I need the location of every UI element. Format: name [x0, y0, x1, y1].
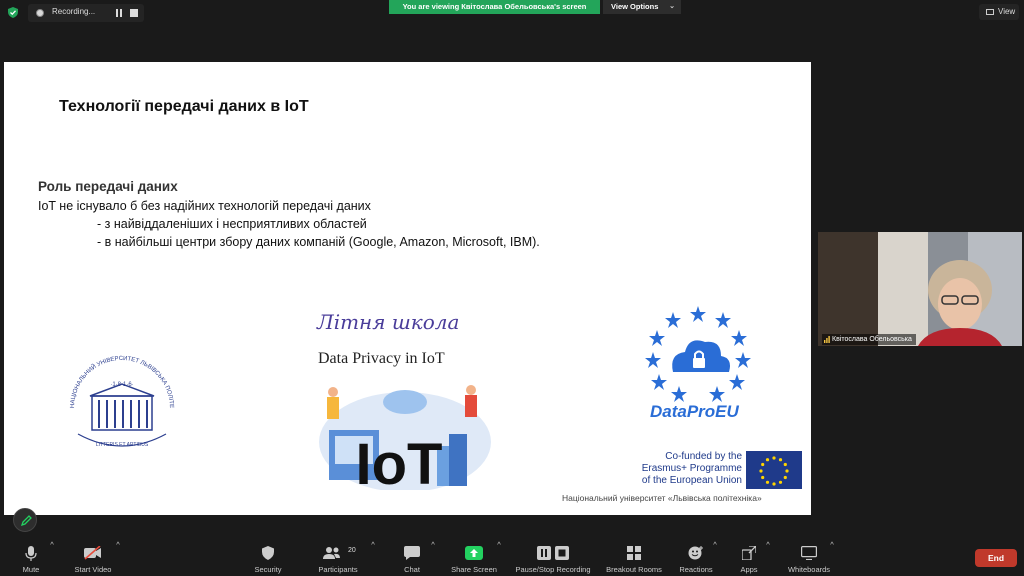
participant-name: Квітослава Обельовська	[832, 336, 912, 343]
video-off-icon	[84, 546, 101, 560]
summer-school-title: Літня школа	[317, 310, 460, 334]
eu-flag-icon	[746, 451, 802, 489]
pause-stop-recording-button[interactable]: Pause/Stop Recording	[510, 540, 596, 576]
grid-view-icon	[986, 9, 994, 15]
pause-recording-icon[interactable]	[114, 9, 124, 17]
iot-text: IoT	[356, 432, 443, 490]
pencil-icon	[20, 515, 32, 527]
chat-label: Chat	[404, 565, 420, 574]
participant-video-tile[interactable]: Квітослава Обельовська	[818, 232, 1022, 346]
reactions-button[interactable]: Reactions	[676, 540, 716, 576]
slide-bullet: - з найвіддаленіших і несприятливих обла…	[97, 217, 367, 231]
participants-count: 20	[348, 547, 356, 554]
participants-icon	[322, 547, 340, 559]
svg-text:НАЦІОНАЛЬНИЙ УНІВЕРСИТЕТ ЛЬВІВ: НАЦІОНАЛЬНИЙ УНІВЕРСИТЕТ ЛЬВІВСЬКА ПОЛІТ…	[52, 346, 174, 408]
apps-button[interactable]: Apps	[734, 540, 764, 576]
whiteboards-label: Whiteboards	[787, 565, 831, 574]
security-button[interactable]: Security	[248, 540, 288, 576]
security-shield-icon[interactable]	[8, 7, 18, 18]
share-screen-label: Share Screen	[451, 565, 497, 574]
cofunded-line: Erasmus+ Programme	[641, 463, 742, 474]
whiteboards-button[interactable]: Whiteboards	[784, 540, 834, 576]
slide-text-line: IoT не існувало б без надійних технологі…	[38, 199, 371, 213]
apps-icon	[742, 546, 756, 560]
recording-label: Recording...	[52, 7, 96, 16]
video-options-caret-icon[interactable]: ^	[114, 540, 122, 576]
chat-bubble-icon	[404, 546, 420, 560]
slide-bullet: - в найбільші центри збору даних компані…	[97, 235, 540, 249]
breakout-rooms-icon	[627, 546, 641, 560]
lp-logo-motto: LITTERIS ET ARTIBUS	[96, 442, 149, 448]
recording-dot-icon	[36, 9, 44, 17]
whiteboards-caret-icon[interactable]: ^	[828, 540, 836, 576]
dataproeu-text: DataProEU	[650, 402, 739, 421]
pause-stop-icon	[537, 546, 569, 560]
security-label: Security	[254, 565, 282, 574]
participants-button[interactable]: 20 Participants	[312, 540, 364, 576]
summer-school-subtitle: Data Privacy in IoT	[318, 350, 445, 367]
annotate-button[interactable]	[13, 508, 37, 532]
cofunded-line: Co-funded by the	[665, 451, 742, 462]
lp-logo-arc-text: НАЦІОНАЛЬНИЙ УНІВЕРСИТЕТ ЛЬВІВСЬКА ПОЛІТ…	[52, 346, 174, 408]
apps-label: Apps	[740, 565, 758, 574]
shield-icon	[262, 546, 274, 560]
audio-level-icon	[824, 336, 830, 343]
lviv-polytechnic-logo: НАЦІОНАЛЬНИЙ УНІВЕРСИТЕТ ЛЬВІВСЬКА ПОЛІТ…	[52, 346, 174, 448]
reactions-caret-icon[interactable]: ^	[711, 540, 719, 576]
apps-caret-icon[interactable]: ^	[764, 540, 772, 576]
cofunded-line: of the European Union	[641, 475, 742, 486]
view-options-label: View Options	[611, 2, 659, 11]
mute-label: Mute	[22, 565, 40, 574]
participant-video	[818, 232, 1022, 346]
view-button[interactable]: View	[979, 4, 1019, 20]
microphone-icon	[25, 546, 37, 561]
share-caret-icon[interactable]: ^	[495, 540, 503, 576]
meeting-toolbar: Mute ^ Start Video ^ Security 20 Partici…	[0, 540, 1024, 576]
reactions-smiley-icon	[688, 546, 703, 560]
participants-caret-icon[interactable]: ^	[369, 540, 377, 576]
breakout-rooms-label: Breakout Rooms	[606, 565, 662, 574]
cofunded-text: Co-funded by the Erasmus+ Programme of t…	[624, 451, 742, 487]
participant-name-tag: Квітослава Обельовська	[822, 334, 916, 345]
slide-section-heading: Роль передачі даних	[38, 179, 178, 194]
shared-screen-slide: Технології передачі даних в IoT Роль пер…	[4, 62, 811, 515]
pause-stop-label: Pause/Stop Recording	[515, 565, 591, 574]
university-name: Національний університет «Львівська полі…	[562, 493, 762, 503]
breakout-rooms-button[interactable]: Breakout Rooms	[602, 540, 666, 576]
mute-options-caret-icon[interactable]: ^	[48, 540, 56, 576]
start-video-label: Start Video	[74, 565, 112, 574]
recording-indicator: Recording...	[28, 4, 144, 22]
end-meeting-button[interactable]: End	[975, 549, 1017, 567]
chat-button[interactable]: Chat	[396, 540, 428, 576]
start-video-button[interactable]: Start Video	[70, 540, 116, 576]
slide-title: Технології передачі даних в IoT	[59, 98, 309, 115]
mute-button[interactable]: Mute	[14, 540, 48, 576]
whiteboard-icon	[801, 546, 817, 560]
view-label: View	[998, 7, 1016, 16]
reactions-label: Reactions	[679, 565, 713, 574]
viewing-screen-banner: You are viewing Квітослава Обельовська's…	[389, 0, 600, 14]
chat-caret-icon[interactable]: ^	[429, 540, 437, 576]
view-options-button[interactable]: View Options ⌄	[603, 0, 681, 14]
stop-recording-icon[interactable]	[130, 9, 138, 17]
iot-illustration: IoT	[319, 385, 491, 490]
top-bar: Recording... You are viewing Квітослава …	[0, 0, 1024, 24]
share-screen-button[interactable]: Share Screen	[448, 540, 500, 576]
chevron-down-icon: ⌄	[669, 3, 675, 10]
share-screen-icon	[465, 546, 483, 560]
participants-label: Participants	[318, 565, 358, 574]
